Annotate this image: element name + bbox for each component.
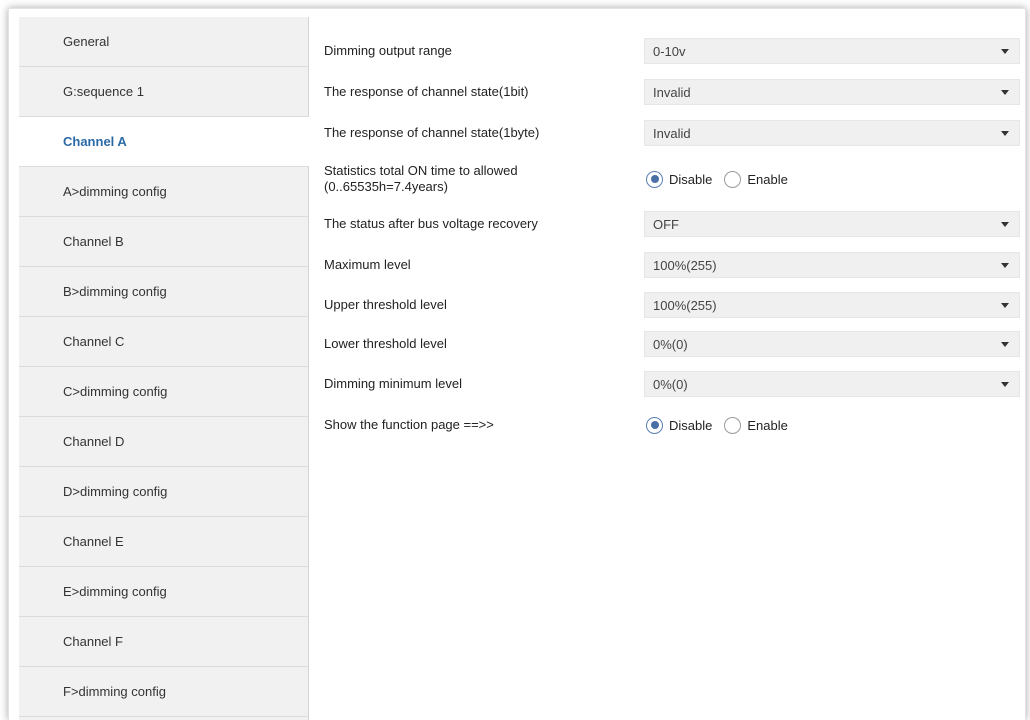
sidebar-item-label: General bbox=[63, 34, 110, 49]
sidebar-item-a-dimming-config[interactable]: A>dimming config bbox=[19, 167, 308, 217]
sidebar-item-d-dimming-config[interactable]: D>dimming config bbox=[19, 467, 308, 517]
sidebar-item-e-dimming-config[interactable]: E>dimming config bbox=[19, 567, 308, 617]
parameter-panel: Dimming output range 0-10v The response … bbox=[309, 17, 1025, 720]
statistics-enable-option[interactable]: Enable bbox=[724, 170, 788, 188]
response-1bit-select[interactable]: Invalid bbox=[644, 79, 1020, 105]
param-label: Lower threshold level bbox=[324, 336, 447, 351]
param-row-dimming-minimum: Dimming minimum level 0%(0) bbox=[324, 371, 1020, 397]
param-label: The response of channel state(1bit) bbox=[324, 84, 529, 99]
param-row-upper-threshold: Upper threshold level 100%(255) bbox=[324, 292, 1020, 318]
chevron-down-icon bbox=[1001, 49, 1009, 54]
sidebar-item-f-dimming-config[interactable]: F>dimming config bbox=[19, 667, 308, 717]
select-value: OFF bbox=[653, 216, 679, 232]
sidebar-item-label: B>dimming config bbox=[63, 284, 167, 299]
sidebar-item-label: Channel F bbox=[63, 634, 123, 649]
radio-label: Disable bbox=[669, 171, 713, 187]
sidebar-item-channel-c[interactable]: Channel C bbox=[19, 317, 308, 367]
upper-threshold-select[interactable]: 100%(255) bbox=[644, 292, 1020, 318]
chevron-down-icon bbox=[1001, 222, 1009, 227]
sidebar-item-channel-a[interactable]: Channel A bbox=[19, 117, 309, 167]
param-row-statistics-on-time: Statistics total ON time to allowed (0..… bbox=[324, 161, 1007, 197]
sidebar-item-general[interactable]: General bbox=[19, 17, 308, 67]
sidebar-item-label: Channel A bbox=[63, 134, 127, 149]
status-after-recovery-select[interactable]: OFF bbox=[644, 211, 1020, 237]
radio-label: Disable bbox=[669, 417, 713, 433]
sidebar-item-label: G:sequence 1 bbox=[63, 84, 144, 99]
param-label-line1: Statistics total ON time to allowed bbox=[324, 163, 518, 178]
maximum-level-select[interactable]: 100%(255) bbox=[644, 252, 1020, 278]
chevron-down-icon bbox=[1001, 263, 1009, 268]
sidebar-item-label: Channel C bbox=[63, 334, 125, 349]
chevron-down-icon bbox=[1001, 342, 1009, 347]
param-row-show-function-page: Show the function page ==>> Disable Enab… bbox=[324, 413, 1007, 437]
select-value: 0%(0) bbox=[653, 376, 688, 392]
sidebar-item-channel-f[interactable]: Channel F bbox=[19, 617, 308, 667]
sidebar-item-label: Channel B bbox=[63, 234, 124, 249]
response-1byte-select[interactable]: Invalid bbox=[644, 120, 1020, 146]
lower-threshold-select[interactable]: 0%(0) bbox=[644, 331, 1020, 357]
show-function-enable-option[interactable]: Enable bbox=[724, 416, 788, 434]
param-row-response-1byte: The response of channel state(1byte) Inv… bbox=[324, 120, 1020, 146]
param-row-maximum-level: Maximum level 100%(255) bbox=[324, 252, 1020, 278]
param-label: Dimming minimum level bbox=[324, 376, 462, 391]
dimming-output-range-select[interactable]: 0-10v bbox=[644, 38, 1020, 64]
sidebar-item-b-dimming-config[interactable]: B>dimming config bbox=[19, 267, 308, 317]
select-value: 100%(255) bbox=[653, 297, 717, 313]
parameter-window: General G:sequence 1 Channel A A>dimming… bbox=[8, 8, 1026, 720]
param-label-line2: (0..65535h=7.4years) bbox=[324, 179, 448, 194]
param-label: Upper threshold level bbox=[324, 297, 447, 312]
show-function-disable-option[interactable]: Disable bbox=[646, 416, 713, 434]
param-row-status-after-recovery: The status after bus voltage recovery OF… bbox=[324, 211, 1020, 237]
radio-checked-icon[interactable] bbox=[646, 170, 663, 188]
chevron-down-icon bbox=[1001, 131, 1009, 136]
radio-label: Enable bbox=[747, 417, 788, 433]
select-value: 100%(255) bbox=[653, 257, 717, 273]
show-function-page-radio-group: Disable Enable bbox=[646, 416, 800, 434]
radio-unchecked-icon[interactable] bbox=[724, 416, 742, 434]
param-label: Statistics total ON time to allowed (0..… bbox=[324, 163, 634, 195]
statistics-on-time-radio-group: Disable Enable bbox=[646, 170, 800, 188]
sidebar-item-label: Channel E bbox=[63, 534, 124, 549]
param-label: Show the function page ==>> bbox=[324, 417, 494, 432]
sidebar-item-g-sequence-1[interactable]: G:sequence 1 bbox=[19, 67, 308, 117]
select-value: Invalid bbox=[653, 125, 691, 141]
sidebar-item-channel-b[interactable]: Channel B bbox=[19, 217, 308, 267]
dimming-minimum-select[interactable]: 0%(0) bbox=[644, 371, 1020, 397]
sidebar-item-label: Channel D bbox=[63, 434, 125, 449]
param-label: The response of channel state(1byte) bbox=[324, 125, 540, 140]
param-label: Dimming output range bbox=[324, 43, 452, 58]
param-row-lower-threshold: Lower threshold level 0%(0) bbox=[324, 331, 1020, 357]
sidebar-item-label: F>dimming config bbox=[63, 684, 166, 699]
sidebar: General G:sequence 1 Channel A A>dimming… bbox=[19, 17, 309, 720]
radio-checked-icon[interactable] bbox=[646, 416, 663, 434]
param-label: The status after bus voltage recovery bbox=[324, 216, 538, 231]
param-row-response-1bit: The response of channel state(1bit) Inva… bbox=[324, 79, 1020, 105]
sidebar-item-label: D>dimming config bbox=[63, 484, 168, 499]
sidebar-item-label: E>dimming config bbox=[63, 584, 167, 599]
sidebar-item-label: A>dimming config bbox=[63, 184, 167, 199]
param-row-dimming-output-range: Dimming output range 0-10v bbox=[324, 38, 1020, 64]
sidebar-item-channel-e[interactable]: Channel E bbox=[19, 517, 308, 567]
chevron-down-icon bbox=[1001, 90, 1009, 95]
chevron-down-icon bbox=[1001, 303, 1009, 308]
chevron-down-icon bbox=[1001, 382, 1009, 387]
statistics-disable-option[interactable]: Disable bbox=[646, 170, 713, 188]
select-value: 0%(0) bbox=[653, 336, 688, 352]
select-value: Invalid bbox=[653, 84, 691, 100]
sidebar-item-channel-d[interactable]: Channel D bbox=[19, 417, 308, 467]
sidebar-item-c-dimming-config[interactable]: C>dimming config bbox=[19, 367, 308, 417]
radio-unchecked-icon[interactable] bbox=[724, 170, 742, 188]
radio-label: Enable bbox=[747, 171, 788, 187]
select-value: 0-10v bbox=[653, 43, 686, 59]
sidebar-item-label: C>dimming config bbox=[63, 384, 168, 399]
param-label: Maximum level bbox=[324, 257, 411, 272]
